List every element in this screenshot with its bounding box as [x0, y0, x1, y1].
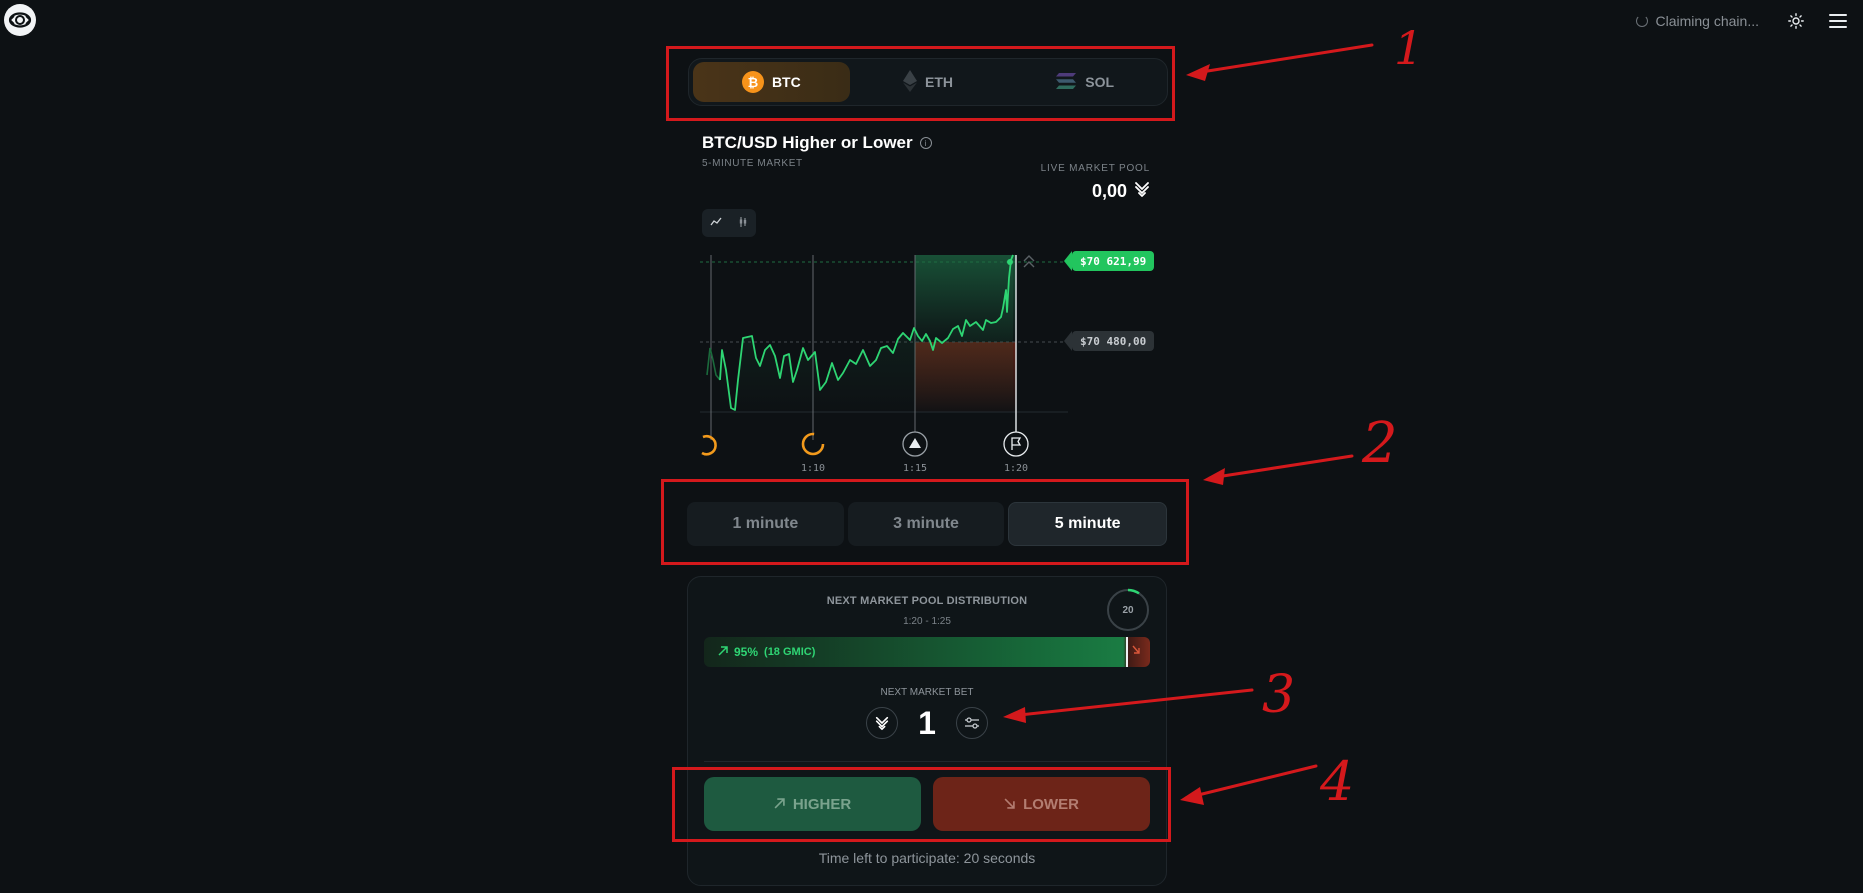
pool-value: 0,00 [1092, 180, 1151, 203]
higher-share: 95% (18 GMIC) [718, 637, 815, 667]
menu-icon[interactable] [1827, 10, 1849, 32]
flag-marker-icon [1003, 431, 1029, 457]
annotation-arrow [1208, 454, 1354, 480]
gmic-token-button[interactable] [866, 707, 899, 739]
bet-panel: NEXT MARKET POOL DISTRIBUTION 1:20 - 1:2… [687, 576, 1167, 886]
spinner-icon [1635, 15, 1648, 27]
x-tick-label: 1:20 [1003, 463, 1029, 474]
annotation-number: 3 [1262, 665, 1295, 725]
annotation-arrowhead [1186, 64, 1210, 81]
price-line-history [706, 347, 721, 381]
arrow-up-right-icon [774, 796, 785, 813]
loading-ring-icon [701, 435, 717, 456]
bet-settings-button[interactable] [955, 707, 988, 739]
x-tick-label: 1:10 [800, 463, 826, 474]
ethereum-icon [903, 69, 917, 95]
time-left: Time left to participate: 20 seconds [818, 850, 1036, 866]
gmic-token-icon [875, 716, 889, 731]
market-subtitle: 5-MINUTE MARKET [702, 158, 803, 169]
annotation-arrowhead [1203, 468, 1225, 485]
distribution-range: 1:20 - 1:25 [903, 616, 951, 627]
current-price-tag: $70 621,99 [1063, 251, 1155, 271]
higher-button[interactable]: HIGHER [704, 777, 921, 831]
higher-label: HIGHER [792, 795, 852, 813]
reference-price-tag: $70 480,00 [1063, 331, 1155, 351]
sliders-icon [964, 717, 979, 729]
duration-5-minute[interactable]: 5 minute [1008, 502, 1168, 546]
sun-icon[interactable] [1785, 10, 1807, 32]
duration-1-minute[interactable]: 1 minute [687, 502, 844, 546]
gmic-token-icon [1133, 180, 1151, 203]
x-tick-label: 1:15 [902, 463, 928, 474]
solana-icon [1055, 72, 1077, 93]
distribution-marker [1126, 637, 1128, 667]
direction-buttons: HIGHER LOWER [704, 777, 1150, 831]
coin-label: SOL [1085, 74, 1115, 90]
info-icon[interactable]: i [919, 137, 932, 149]
coin-label: ETH [925, 74, 953, 90]
price-chart [700, 254, 1072, 457]
coin-label: BTC [771, 74, 801, 90]
higher-amount: (18 GMIC) [764, 646, 816, 658]
annotation-number: 2 [1361, 411, 1398, 476]
lower-button[interactable]: LOWER [933, 777, 1150, 831]
annotation-number: 4 [1319, 750, 1354, 813]
coin-tab-sol[interactable]: SOL [1006, 62, 1163, 102]
arrow-up-right-icon [718, 645, 728, 659]
bet-amount[interactable]: 1 [918, 707, 936, 739]
annotation-arrow [1193, 43, 1374, 75]
distribution-bar: 95% (18 GMIC) [704, 637, 1150, 667]
arrow-down-right-icon [1132, 645, 1140, 658]
annotation-number: 1 [1394, 21, 1423, 75]
market-title-text: BTC/USD Higher or Lower [702, 133, 913, 152]
pool-value-text: 0,00 [1091, 181, 1127, 201]
arrow-down-right-icon [1004, 796, 1015, 813]
bitcoin-icon: ₿ [741, 71, 764, 93]
app: Claiming chain... ₿ BTC ETH SOL BTC/USD … [0, 0, 1863, 893]
annotation-arrow [1184, 764, 1318, 800]
distribution-title: NEXT MARKET POOL DISTRIBUTION [826, 595, 1028, 607]
pool-label: LIVE MARKET POOL [1040, 163, 1150, 174]
duration-3-minute[interactable]: 3 minute [847, 502, 1005, 546]
annotation-arrowhead [1180, 787, 1204, 805]
higher-percent: 95% [734, 645, 759, 659]
claim-status: Claiming chain... [1635, 13, 1760, 29]
header-actions: Claiming chain... [1635, 0, 1863, 42]
countdown-value: 20 [1122, 604, 1134, 616]
chart-type-toggle [702, 209, 756, 237]
coin-tab-btc[interactable]: ₿ BTC [693, 62, 850, 102]
coin-tab-eth[interactable]: ETH [850, 62, 1007, 102]
bet-row: 1 [688, 707, 1166, 739]
bet-label: NEXT MARKET BET [880, 687, 974, 698]
market-title: BTC/USD Higher or Lower i [702, 133, 932, 153]
current-price-dot [1007, 259, 1013, 265]
divider [704, 761, 1150, 762]
logo-icon[interactable] [4, 4, 36, 36]
duration-selector: 1 minute 3 minute 5 minute [687, 502, 1168, 546]
lower-label: LOWER [1023, 795, 1079, 813]
claim-status-text: Claiming chain... [1655, 13, 1760, 29]
candlestick-icon[interactable] [738, 216, 748, 230]
coin-selector: ₿ BTC ETH SOL [688, 58, 1168, 106]
line-chart-icon[interactable] [710, 217, 722, 230]
